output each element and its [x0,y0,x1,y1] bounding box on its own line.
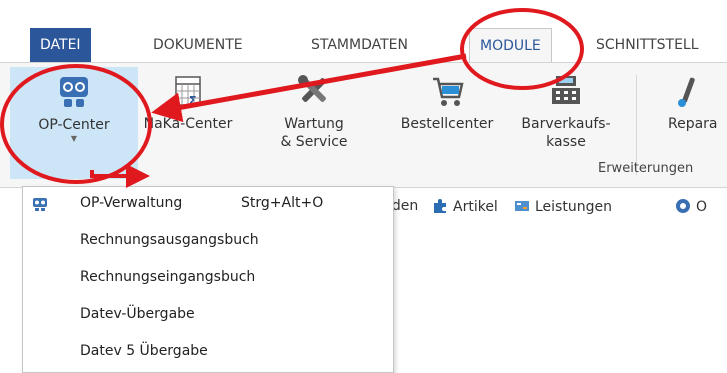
barverkaufs-label-1: Barverkaufs- [521,116,611,132]
tab-dokumente[interactable]: DOKUMENTE [143,28,253,62]
chevron-down-icon: ▼ [70,134,78,143]
cart-icon [433,77,464,106]
barverkaufs-label-2: kasse [546,134,586,150]
ribbon-panel: OP-Center ▼ Σ NaKa-Center Wartung & Serv… [0,62,727,188]
op-center-icon [60,77,88,107]
tab-stammdaten[interactable]: STAMMDATEN [301,28,418,62]
menu-item-label: Datev-Übergabe [80,306,195,322]
menu-item-shortcut: Strg+Alt+O [241,195,324,211]
reparatur-label: Repara [668,116,718,132]
services-icon [515,201,529,211]
tools-icon [298,75,326,102]
wrench-icon [678,77,695,107]
menu-item-datev5-uebergabe[interactable]: Datev 5 Übergabe [23,335,393,369]
wartung-label-1: Wartung [284,116,344,132]
op-center-label: OP-Center [38,117,110,133]
tab-schnittstellen[interactable]: SCHNITTSTELL [586,28,709,62]
naka-center-label: NaKa-Center [143,116,233,132]
quick-artikel-link[interactable]: Artikel [432,198,498,215]
op-center-button[interactable]: OP-Center ▼ [10,67,138,179]
ribbon-separator [636,75,637,175]
quick-leistungen-label: Leistungen [535,199,612,215]
svg-text:Σ: Σ [189,94,197,107]
wartung-service-button[interactable]: Wartung & Service [276,67,352,179]
cash-register-icon [552,76,580,104]
ribbon-tab-bar: DATEI DOKUMENTE STAMMDATEN MODULE SCHNIT… [0,28,727,63]
menu-item-datev-uebergabe[interactable]: Datev-Übergabe [23,298,393,332]
menu-item-label: OP-Verwaltung [80,195,183,211]
bestellcenter-button[interactable]: Bestellcenter [388,67,506,179]
tab-datei[interactable]: DATEI [30,28,91,62]
wartung-label-2: & Service [280,134,348,150]
menu-item-label: Rechnungsausgangsbuch [80,232,259,248]
menu-item-label: Datev 5 Übergabe [80,343,208,359]
menu-item-label: Rechnungseingangsbuch [80,269,256,285]
menu-item-rechnungseingangsbuch[interactable]: Rechnungseingangsbuch [23,261,393,295]
tab-module[interactable]: MODULE [469,28,552,63]
quick-artikel-label: Artikel [453,199,498,215]
op-verwaltung-icon [33,198,47,211]
menu-item-op-verwaltung[interactable]: OP-Verwaltung Strg+Alt+O [23,187,393,221]
op-center-dropdown-menu: OP-Verwaltung Strg+Alt+O Rechnungsausgan… [22,186,394,373]
bestellcenter-label: Bestellcenter [400,116,494,132]
puzzle-icon [434,199,446,213]
ribbon-group-label: Erweiterungen [598,161,694,176]
op-icon [676,199,690,213]
quick-op-link[interactable]: O [675,198,707,215]
quick-leistungen-link[interactable]: Leistungen [514,198,612,215]
naka-center-button[interactable]: Σ NaKa-Center [140,67,236,179]
menu-item-rechnungsausgangsbuch[interactable]: Rechnungsausgangsbuch [23,224,393,258]
calendar-icon: Σ [175,76,201,107]
quick-op-label: O [696,199,708,215]
